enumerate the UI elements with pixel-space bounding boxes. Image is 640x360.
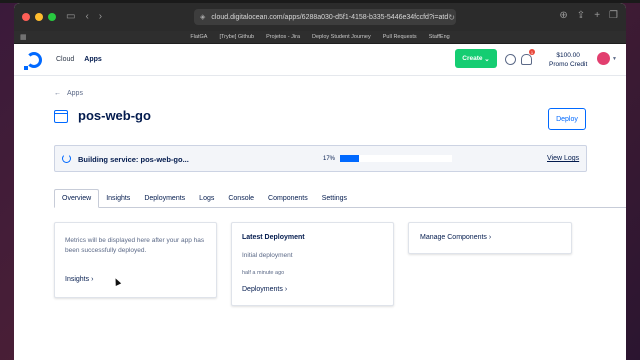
- insights-link[interactable]: Insights ›: [65, 276, 93, 283]
- manage-components-label: Manage Components: [420, 234, 487, 241]
- chevron-down-icon: ⌄: [482, 55, 490, 63]
- bell-icon[interactable]: [521, 54, 532, 65]
- nav-apps-link[interactable]: Apps: [84, 56, 102, 63]
- deployment-description: Initial deployment: [242, 252, 293, 259]
- new-tab-icon[interactable]: +: [594, 11, 600, 21]
- favorite-link[interactable]: StaffEng: [429, 34, 450, 40]
- window-controls: [22, 13, 56, 21]
- favorite-link[interactable]: FlatGA: [190, 34, 207, 40]
- share-icon[interactable]: ⇪: [577, 11, 585, 21]
- left-arrow-icon: ←: [54, 90, 61, 97]
- main-content: ← Apps pos-web-go Deploy Building servic…: [14, 76, 626, 359]
- tab-insights[interactable]: Insights: [99, 189, 137, 208]
- browser-toolbar: ▭ ‹ › ◈ cloud.digitalocean.com/apps/6288…: [14, 3, 626, 31]
- reload-icon[interactable]: ↻: [448, 13, 455, 22]
- zoom-window-button[interactable]: [48, 13, 56, 21]
- avatar[interactable]: [597, 52, 610, 65]
- credit-label: Promo Credit: [549, 61, 588, 68]
- chevron-right-icon: ›: [488, 234, 492, 241]
- help-icon[interactable]: [505, 54, 516, 65]
- build-status-text: Building service: pos-web-go...: [78, 155, 189, 164]
- manage-components-link[interactable]: Manage Components ›: [420, 234, 491, 241]
- top-nav: Cloud Apps Create ⌄ 1 $100.00 Promo Cred…: [14, 44, 626, 76]
- tab-components[interactable]: Components: [261, 189, 315, 208]
- tab-overview-icon[interactable]: ❐: [609, 11, 618, 21]
- browser-window: ▭ ‹ › ◈ cloud.digitalocean.com/apps/6288…: [14, 3, 626, 360]
- deploy-button[interactable]: Deploy: [548, 108, 586, 130]
- view-logs-link[interactable]: View Logs: [547, 155, 579, 162]
- download-icon[interactable]: ⊕: [559, 11, 567, 21]
- components-card: Manage Components ›: [408, 222, 572, 254]
- promo-credit[interactable]: $100.00 Promo Credit: [549, 51, 587, 69]
- back-to-apps-link[interactable]: ← Apps: [54, 90, 83, 97]
- favorite-link[interactable]: Deploy Student Journey: [312, 34, 371, 40]
- create-label: Create: [462, 55, 483, 62]
- chevron-right-icon: ›: [284, 286, 288, 293]
- deployments-link-label: Deployments: [242, 286, 283, 293]
- forward-arrow-icon[interactable]: ›: [99, 12, 102, 22]
- latest-deployment-title: Latest Deployment: [242, 234, 305, 241]
- tab-logs[interactable]: Logs: [192, 189, 221, 208]
- minimize-window-button[interactable]: [35, 13, 43, 21]
- metrics-placeholder-text: Metrics will be displayed here after you…: [65, 237, 205, 254]
- deployment-time: half a minute ago: [242, 270, 285, 276]
- deployments-link[interactable]: Deployments ›: [242, 286, 287, 293]
- build-percent: 17%: [323, 156, 336, 162]
- favorite-link[interactable]: Pull Requests: [383, 34, 417, 40]
- chevron-right-icon: ›: [91, 276, 94, 283]
- url-text: cloud.digitalocean.com/apps/6288a030-d5f…: [211, 13, 449, 21]
- app-icon: [54, 110, 68, 123]
- avatar-chevron-icon[interactable]: ▼: [612, 56, 617, 62]
- toolbar-actions: ⊕ ⇪ + ❐: [559, 11, 618, 21]
- back-label: Apps: [67, 90, 83, 97]
- back-arrow-icon[interactable]: ‹: [85, 12, 88, 22]
- close-window-button[interactable]: [22, 13, 30, 21]
- build-status-banner: Building service: pos-web-go... 17% View…: [54, 145, 587, 172]
- tab-deployments[interactable]: Deployments: [137, 189, 192, 208]
- tab-overview[interactable]: Overview: [54, 189, 100, 208]
- nav-cloud-link[interactable]: Cloud: [56, 56, 74, 63]
- create-button[interactable]: Create ⌄: [455, 49, 497, 68]
- notification-badge: 1: [529, 49, 535, 55]
- favorite-link[interactable]: Projetos - Jira: [266, 34, 300, 40]
- insights-link-label: Insights: [65, 276, 90, 283]
- loading-spinner-icon: [62, 154, 71, 163]
- tab-settings[interactable]: Settings: [315, 189, 354, 208]
- digitalocean-logo-icon[interactable]: [24, 51, 42, 70]
- app-tabs: Overview Insights Deployments Logs Conso…: [54, 189, 626, 208]
- build-progress-fill: [340, 155, 360, 162]
- page-title: pos-web-go: [78, 108, 151, 123]
- favorite-link[interactable]: [Trybe] Github: [219, 34, 254, 40]
- privacy-shield-icon: ◈: [200, 14, 206, 21]
- favorites-bar: ▦ FlatGA [Trybe] Github Projetos - Jira …: [14, 31, 626, 44]
- url-bar[interactable]: ◈ cloud.digitalocean.com/apps/6288a030-d…: [194, 9, 456, 25]
- credit-amount: $100.00: [556, 52, 580, 59]
- tab-console[interactable]: Console: [221, 189, 261, 208]
- metrics-card: Metrics will be displayed here after you…: [54, 222, 217, 298]
- build-progress-bar: [340, 155, 452, 162]
- latest-deployment-card: Latest Deployment Initial deployment hal…: [231, 222, 394, 306]
- sidebar-icon[interactable]: ▭: [66, 12, 75, 22]
- grid-icon[interactable]: ▦: [20, 33, 27, 41]
